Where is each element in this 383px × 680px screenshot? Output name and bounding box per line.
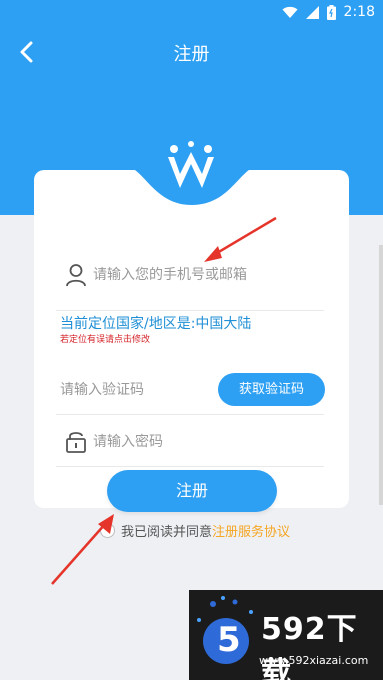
agreement-link[interactable]: 注册服务协议: [212, 521, 290, 540]
agreement-text: 我已阅读并同意: [121, 525, 213, 540]
page-title: 注册: [173, 44, 210, 65]
divider: [56, 414, 324, 415]
lock-icon: [65, 429, 87, 453]
wifi-icon: [282, 6, 298, 18]
signal-icon: [305, 5, 319, 19]
account-input[interactable]: [93, 264, 323, 286]
status-bar: 2:18: [0, 0, 383, 28]
status-time: 2:18: [343, 4, 375, 20]
agree-checkbox[interactable]: [100, 523, 115, 538]
region-hint[interactable]: 若定位有误请点击修改: [60, 332, 150, 345]
watermark-url: www.592xiazai.com: [259, 654, 369, 667]
get-code-button[interactable]: 获取验证码: [218, 373, 325, 406]
watermark-logo-text: 5: [217, 620, 241, 660]
watermark-title: 592下载: [261, 612, 358, 680]
password-input[interactable]: [93, 431, 323, 453]
user-icon: [65, 263, 87, 287]
agreement: 我已阅读并同意 注册服务协议: [100, 521, 290, 540]
divider: [56, 466, 324, 467]
battery-icon: [326, 4, 336, 20]
register-button[interactable]: 注册: [107, 470, 277, 512]
app-logo: [168, 141, 214, 188]
verification-code-input[interactable]: [60, 379, 210, 401]
scrollbar[interactable]: [379, 245, 383, 505]
watermark: 5 592下载 www.592xiazai.com: [189, 590, 383, 680]
region-text[interactable]: 当前定位国家/地区是:中国大陆: [60, 313, 251, 333]
divider: [56, 310, 324, 311]
